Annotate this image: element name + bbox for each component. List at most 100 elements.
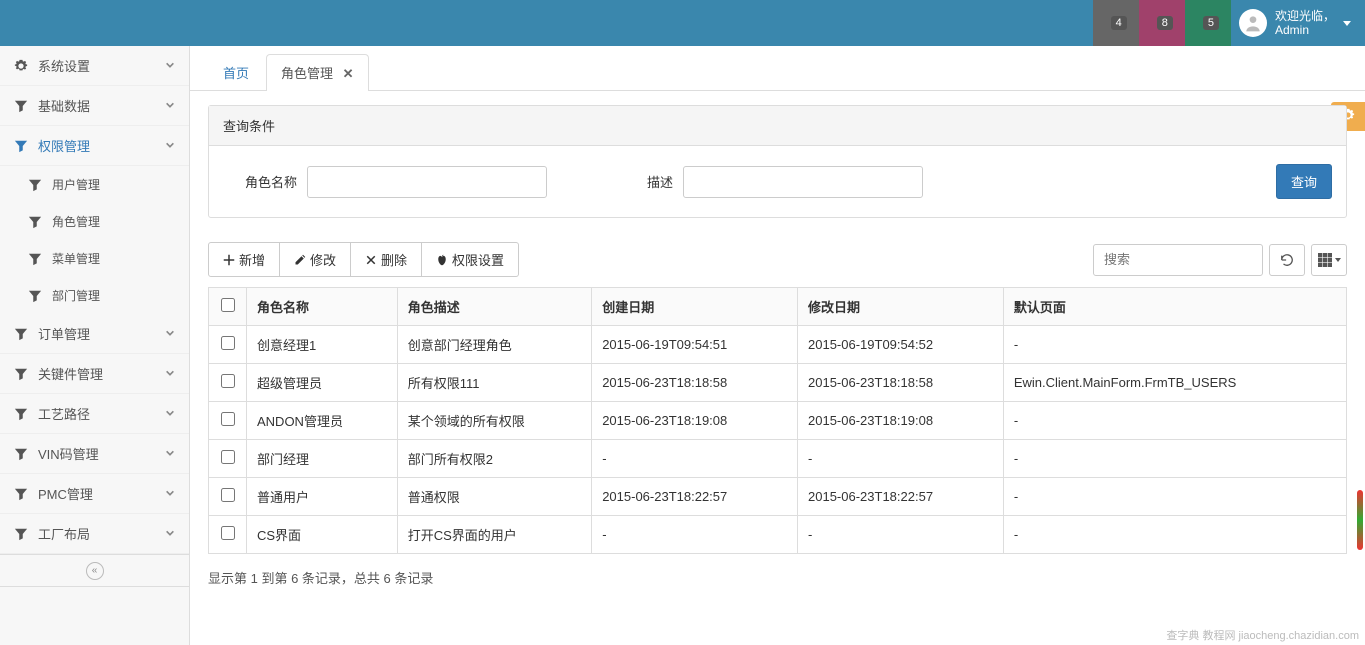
- notify-mail-button[interactable]: 5: [1185, 0, 1231, 46]
- cell-default-page: -: [1003, 516, 1346, 554]
- row-checkbox[interactable]: [221, 374, 235, 388]
- cell-created: 2015-06-23T18:19:08: [592, 402, 798, 440]
- sidebar-item-3[interactable]: 订单管理: [0, 314, 189, 354]
- col-default-page[interactable]: 默认页面: [1003, 288, 1346, 326]
- table-row[interactable]: 部门经理部门所有权限2---: [209, 440, 1347, 478]
- cell-name: 创意经理1: [247, 326, 398, 364]
- cell-modified: -: [798, 440, 1004, 478]
- cell-default-page: -: [1003, 402, 1346, 440]
- table-toolbar: 新增 修改 删除 权限设置: [208, 242, 1347, 277]
- cell-desc: 打开CS界面的用户: [397, 516, 591, 554]
- cell-modified: 2015-06-23T18:19:08: [798, 402, 1004, 440]
- cell-name: 部门经理: [247, 440, 398, 478]
- table-row[interactable]: 超级管理员所有权限1112015-06-23T18:18:582015-06-2…: [209, 364, 1347, 402]
- table-row[interactable]: ANDON管理员某个领域的所有权限2015-06-23T18:19:082015…: [209, 402, 1347, 440]
- row-checkbox[interactable]: [221, 336, 235, 350]
- filter-icon: [14, 447, 28, 461]
- col-created[interactable]: 创建日期: [592, 288, 798, 326]
- role-table: 角色名称 角色描述 创建日期 修改日期 默认页面 创意经理1创意部门经理角色20…: [208, 287, 1347, 554]
- sidebar-collapse-button[interactable]: «: [0, 554, 189, 587]
- row-checkbox[interactable]: [221, 412, 235, 426]
- sidebar-item-0[interactable]: 系统设置: [0, 46, 189, 86]
- filter-name-input[interactable]: [307, 166, 547, 198]
- apple-icon: [436, 254, 448, 266]
- filter-icon: [14, 327, 28, 341]
- filter-icon: [14, 367, 28, 381]
- notify-bell-button[interactable]: 8: [1139, 0, 1185, 46]
- sidebar-subitem-2-3[interactable]: 部门管理: [0, 277, 189, 314]
- chevron-down-icon: [165, 326, 175, 341]
- chevron-down-icon: [165, 138, 175, 153]
- cell-desc: 创意部门经理角色: [397, 326, 591, 364]
- welcome-label: 欢迎光临，: [1275, 9, 1335, 23]
- close-icon[interactable]: ✕: [343, 66, 354, 81]
- col-desc[interactable]: 角色描述: [397, 288, 591, 326]
- top-header: 4 8 5 欢迎光临， Admin: [0, 0, 1365, 46]
- delete-button[interactable]: 删除: [350, 242, 422, 277]
- sidebar-item-7[interactable]: PMC管理: [0, 474, 189, 514]
- select-all-checkbox[interactable]: [221, 298, 235, 312]
- query-button[interactable]: 查询: [1276, 164, 1332, 199]
- cell-modified: 2015-06-23T18:22:57: [798, 478, 1004, 516]
- plus-icon: [223, 254, 235, 266]
- add-button[interactable]: 新增: [208, 242, 280, 277]
- tab-role-mgmt[interactable]: 角色管理 ✕: [266, 54, 369, 91]
- col-modified[interactable]: 修改日期: [798, 288, 1004, 326]
- row-checkbox[interactable]: [221, 526, 235, 540]
- sidebar-subitem-2-0[interactable]: 用户管理: [0, 166, 189, 203]
- sidebar-item-label: 用户管理: [52, 176, 100, 193]
- sidebar-item-2[interactable]: 权限管理: [0, 126, 189, 166]
- cell-modified: 2015-06-23T18:18:58: [798, 364, 1004, 402]
- cell-modified: -: [798, 516, 1004, 554]
- cell-default-page: -: [1003, 440, 1346, 478]
- cell-created: -: [592, 516, 798, 554]
- user-menu[interactable]: 欢迎光临， Admin: [1231, 0, 1365, 46]
- filter-desc-label: 描述: [599, 172, 673, 191]
- scroll-indicator[interactable]: [1357, 490, 1363, 550]
- sidebar-item-6[interactable]: VIN码管理: [0, 434, 189, 474]
- action-button-group: 新增 修改 删除 权限设置: [208, 242, 519, 277]
- sidebar-item-label: 权限管理: [38, 136, 90, 155]
- chevron-down-icon: [165, 366, 175, 381]
- filter-panel: 查询条件 角色名称 描述 查询: [208, 105, 1347, 218]
- permission-button[interactable]: 权限设置: [421, 242, 519, 277]
- sidebar-item-4[interactable]: 关键件管理: [0, 354, 189, 394]
- tab-home[interactable]: 首页: [208, 54, 264, 90]
- cell-desc: 某个领域的所有权限: [397, 402, 591, 440]
- sidebar-item-8[interactable]: 工厂布局: [0, 514, 189, 554]
- chevron-down-icon: [165, 406, 175, 421]
- notify-bars-button[interactable]: 4: [1093, 0, 1139, 46]
- sidebar-item-5[interactable]: 工艺路径: [0, 394, 189, 434]
- grid-icon: [1318, 253, 1332, 267]
- table-row[interactable]: 普通用户普通权限2015-06-23T18:22:572015-06-23T18…: [209, 478, 1347, 516]
- table-row[interactable]: 创意经理1创意部门经理角色2015-06-19T09:54:512015-06-…: [209, 326, 1347, 364]
- table-search-input[interactable]: [1093, 244, 1263, 276]
- cell-created: 2015-06-19T09:54:51: [592, 326, 798, 364]
- cell-default-page: -: [1003, 326, 1346, 364]
- cell-desc: 部门所有权限2: [397, 440, 591, 478]
- chevron-down-icon: [1343, 21, 1351, 26]
- filter-icon: [14, 487, 28, 501]
- sidebar-item-label: 角色管理: [52, 213, 100, 230]
- columns-button[interactable]: [1311, 244, 1347, 276]
- filter-icon: [28, 178, 42, 192]
- user-name: Admin: [1275, 23, 1335, 37]
- refresh-button[interactable]: [1269, 244, 1305, 276]
- filter-name-label: 角色名称: [223, 172, 297, 191]
- row-checkbox[interactable]: [221, 488, 235, 502]
- refresh-icon: [1280, 253, 1294, 267]
- sidebar-subitem-2-1[interactable]: 角色管理: [0, 203, 189, 240]
- sidebar-subitem-2-2[interactable]: 菜单管理: [0, 240, 189, 277]
- filter-desc-input[interactable]: [683, 166, 923, 198]
- col-name[interactable]: 角色名称: [247, 288, 398, 326]
- sidebar-item-1[interactable]: 基础数据: [0, 86, 189, 126]
- row-checkbox[interactable]: [221, 450, 235, 464]
- edit-button[interactable]: 修改: [279, 242, 351, 277]
- table-row[interactable]: CS界面打开CS界面的用户---: [209, 516, 1347, 554]
- sidebar-item-label: PMC管理: [38, 484, 93, 503]
- filter-icon: [28, 252, 42, 266]
- cell-modified: 2015-06-19T09:54:52: [798, 326, 1004, 364]
- chevron-down-icon: [165, 486, 175, 501]
- tab-bar: 首页 角色管理 ✕: [190, 46, 1365, 91]
- cell-desc: 所有权限111: [397, 364, 591, 402]
